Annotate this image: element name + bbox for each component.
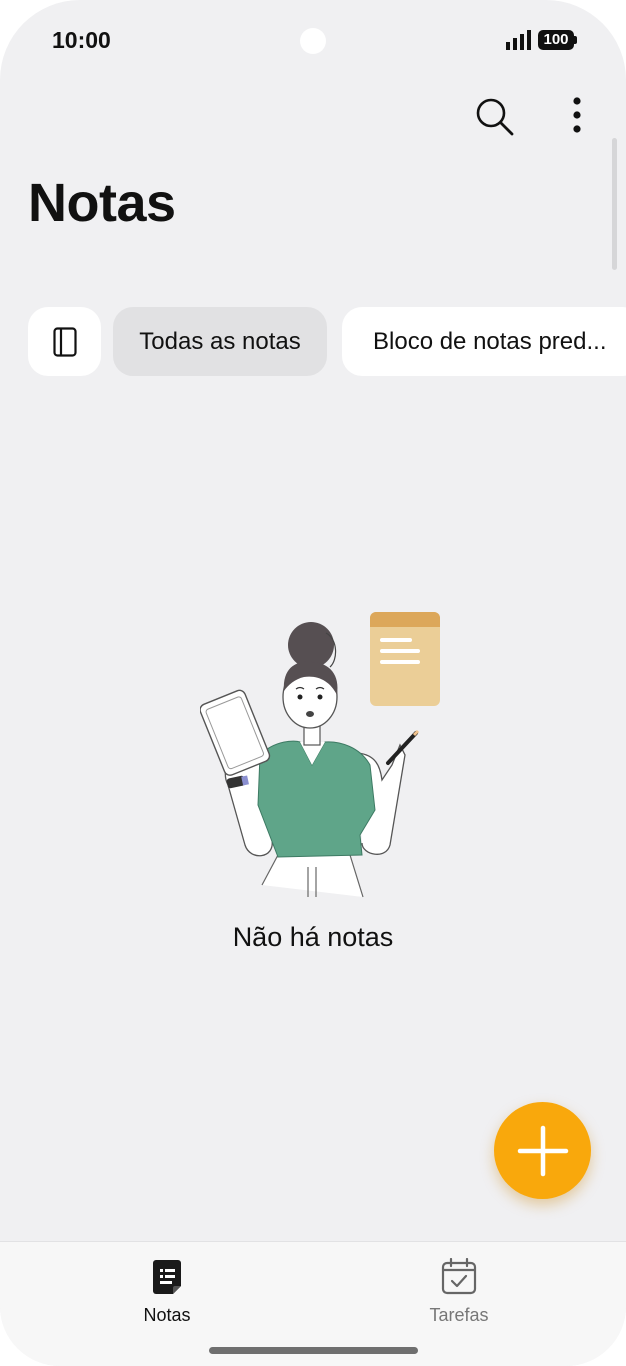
nav-item-notes[interactable]: Notas xyxy=(107,1258,227,1326)
add-note-button[interactable] xyxy=(494,1102,591,1199)
calendar-check-icon xyxy=(441,1257,477,1295)
home-indicator[interactable] xyxy=(209,1347,418,1354)
chip-default-notebook[interactable]: Bloco de notas pred... xyxy=(342,307,626,376)
empty-notes-illustration xyxy=(200,612,440,898)
plus-icon xyxy=(517,1125,568,1176)
notebook-folder-button[interactable] xyxy=(28,307,101,376)
more-options-icon[interactable] xyxy=(562,94,592,138)
camera-cutout xyxy=(300,28,326,54)
empty-state-message: Não há notas xyxy=(232,922,394,952)
phone-screen: 10:00 100 Notas Todas as notas Bloco de … xyxy=(0,0,626,1366)
nav-item-tasks[interactable]: Tarefas xyxy=(399,1257,519,1326)
battery-indicator: 100 xyxy=(538,30,574,50)
nav-label-notes: Notas xyxy=(143,1305,191,1325)
nav-label-tasks: Tarefas xyxy=(429,1305,489,1325)
chip-all-notes[interactable]: Todas as notas xyxy=(113,307,327,376)
search-icon[interactable] xyxy=(472,94,516,138)
status-time: 10:00 xyxy=(52,27,111,53)
page-title: Notas xyxy=(28,173,176,233)
battery-tip xyxy=(574,36,577,44)
notebook-icon xyxy=(52,326,77,357)
note-icon xyxy=(153,1260,181,1294)
signal-icon xyxy=(506,30,531,50)
scrollbar[interactable] xyxy=(612,138,617,270)
